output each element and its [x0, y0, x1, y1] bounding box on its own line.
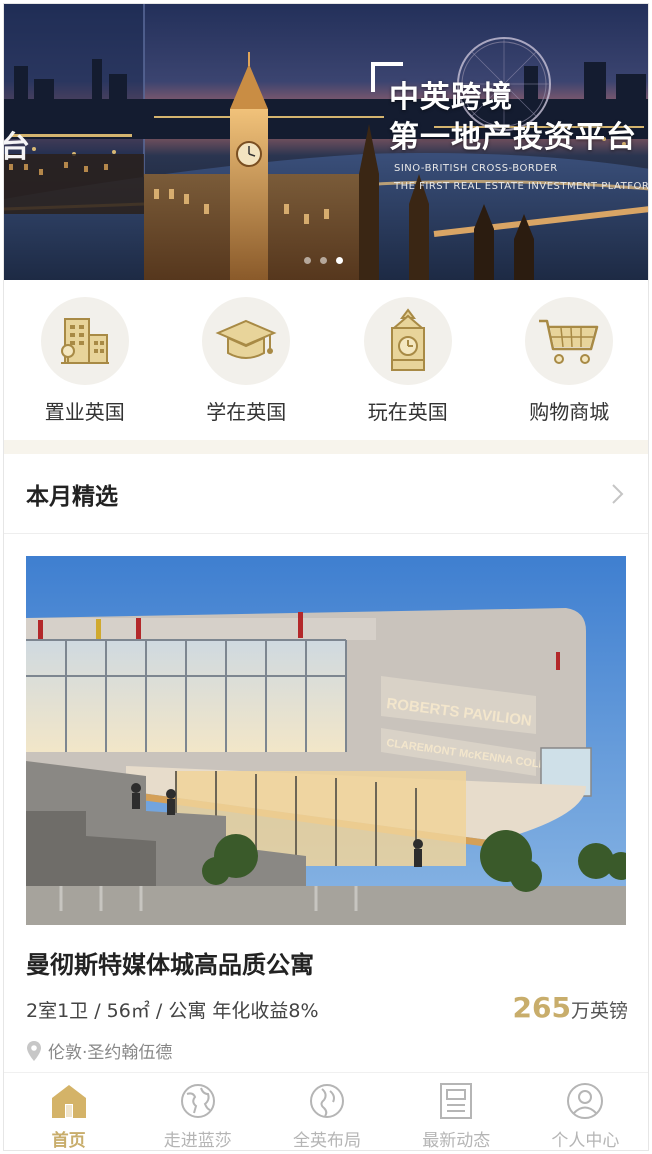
tab-uk-layout[interactable]: 全英布局: [262, 1073, 391, 1151]
category-label: 置业英国: [44, 400, 125, 424]
section-title: 本月精选: [26, 483, 118, 510]
price-value: 265: [512, 991, 571, 1024]
category-icon-circle: [363, 297, 452, 385]
news-icon: [440, 1083, 473, 1119]
listing-spec: 2室1卫 / 56㎡ / 公寓 年化收益8%: [26, 1000, 319, 1022]
building-icon: [60, 318, 109, 364]
tab-label: 首页: [51, 1131, 86, 1151]
banner-subtitle-line2: THE FIRST REAL ESTATE INVESTMENT PLATFOR…: [394, 181, 649, 192]
category-property-uk[interactable]: 置业英国: [4, 280, 166, 440]
banner-subtitle-line1: SINO-BRITISH CROSS-BORDER: [394, 163, 558, 174]
shopping-cart-icon: [539, 319, 599, 364]
section-divider: [4, 440, 648, 454]
carousel-indicators: [304, 257, 343, 264]
carousel-dot[interactable]: [320, 257, 327, 264]
banner-title-line1: 中英跨境: [389, 80, 513, 115]
category-shopping-mall[interactable]: 购物商城: [489, 280, 649, 440]
carousel-dot-active[interactable]: [336, 257, 343, 264]
app-screen: 中英跨境 第一地产投资平台 SINO-BRITISH CROSS-BORDER …: [3, 3, 649, 1151]
tab-label: 个人中心: [551, 1131, 620, 1151]
category-label: 购物商城: [529, 400, 610, 424]
hero-banner[interactable]: 中英跨境 第一地产投资平台 SINO-BRITISH CROSS-BORDER …: [4, 4, 649, 280]
bottom-tab-bar: 首页 走进蓝莎 全英布局 最新动态 个人中心: [4, 1072, 648, 1151]
globe-icon: [180, 1084, 215, 1118]
category-label: 学在英国: [206, 400, 287, 424]
category-grid: 置业英国 学在英国 玩在英国 购物商城: [4, 280, 649, 440]
tab-label: 走进蓝莎: [163, 1131, 232, 1151]
big-ben-icon: [390, 308, 425, 371]
banner-title-line2: 第一地产投资平台: [389, 120, 637, 155]
location-text: 伦敦·圣约翰伍德: [48, 1043, 173, 1063]
tab-about[interactable]: 走进蓝莎: [133, 1073, 262, 1151]
category-study-uk[interactable]: 学在英国: [166, 280, 328, 440]
map-icon: [310, 1084, 344, 1118]
listing-photo: ROBERTS PAVILION CLAREMONT McKENNA COLLE…: [26, 556, 626, 925]
banner-prev-slide-fragment: 台: [4, 122, 30, 166]
user-icon: [567, 1083, 604, 1119]
category-label: 玩在英国: [367, 400, 448, 424]
location-pin-icon: [27, 1040, 41, 1061]
tab-news[interactable]: 最新动态: [392, 1073, 521, 1151]
category-icon-circle: [202, 297, 291, 385]
monthly-picks-header[interactable]: 本月精选: [4, 454, 648, 534]
listing-price: 265万英镑: [513, 991, 628, 1024]
chevron-right-icon[interactable]: [606, 483, 628, 505]
tab-label: 全英布局: [293, 1131, 361, 1151]
tab-home[interactable]: 首页: [4, 1073, 133, 1151]
price-unit: 万英镑: [570, 1000, 628, 1022]
tab-label: 最新动态: [422, 1131, 491, 1151]
graduation-cap-icon: [215, 319, 277, 359]
listing-card[interactable]: ROBERTS PAVILION CLAREMONT McKENNA COLLE…: [26, 556, 628, 1063]
category-travel-uk[interactable]: 玩在英国: [327, 280, 489, 440]
home-icon: [51, 1085, 86, 1118]
listing-location: 伦敦·圣约翰伍德: [26, 1038, 628, 1063]
listing-details-row: 2室1卫 / 56㎡ / 公寓 年化收益8% 265万英镑: [26, 991, 628, 1024]
carousel-dot[interactable]: [304, 257, 311, 264]
listing-title[interactable]: 曼彻斯特媒体城高品质公寓: [26, 945, 628, 980]
category-icon-circle: [40, 297, 129, 385]
category-icon-circle: [525, 297, 614, 385]
tab-profile[interactable]: 个人中心: [521, 1073, 648, 1151]
listing-image[interactable]: ROBERTS PAVILION CLAREMONT McKENNA COLLE…: [26, 556, 626, 925]
